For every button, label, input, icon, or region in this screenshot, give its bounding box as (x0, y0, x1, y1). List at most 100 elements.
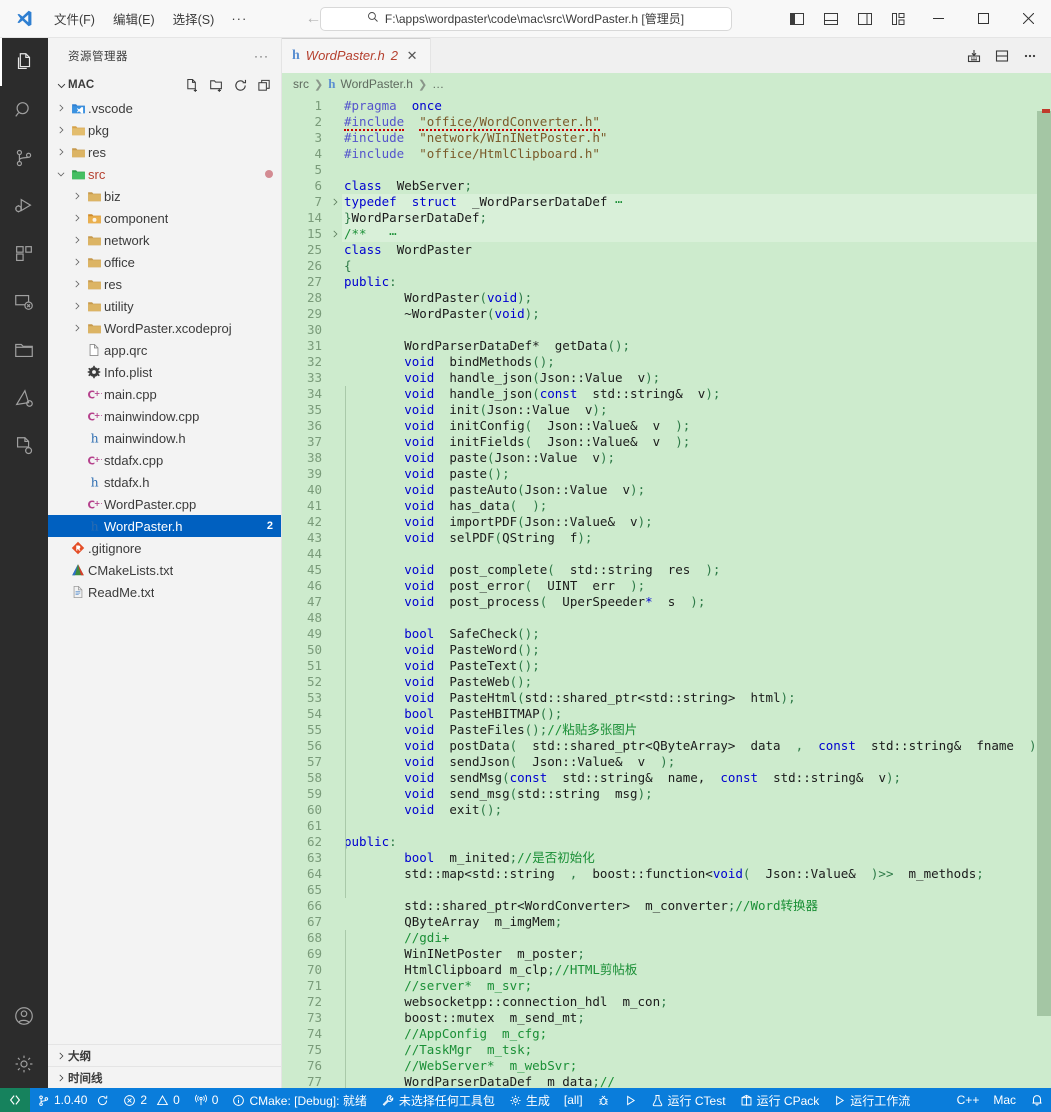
code-line[interactable] (342, 610, 1037, 626)
code-line[interactable]: bool PasteHBITMAP(); (342, 706, 1037, 722)
activity-remote-explorer[interactable] (0, 278, 48, 326)
menu-overflow-button[interactable]: ··· (224, 8, 254, 29)
remote-indicator[interactable] (0, 1088, 30, 1112)
code-line[interactable]: void PasteFiles();//粘贴多张图片 (342, 722, 1037, 738)
activity-accounts[interactable] (0, 992, 48, 1040)
fold-collapsed-icon[interactable] (328, 194, 342, 210)
code-line[interactable]: void exit(); (342, 802, 1037, 818)
activity-source-control[interactable] (0, 134, 48, 182)
code-line[interactable]: void postData( std::shared_ptr<QByteArra… (342, 738, 1037, 754)
activity-run-and-debug[interactable] (0, 182, 48, 230)
code-line[interactable]: void post_complete( std::string res ); (342, 562, 1037, 578)
status-debug-target[interactable] (590, 1088, 617, 1112)
tree-item-wordpaster-xcodeproj[interactable]: WordPaster.xcodeproj (48, 317, 281, 339)
tree-item-res[interactable]: res (48, 141, 281, 163)
tree-item-mainwindow-cpp[interactable]: C++mainwindow.cpp (48, 405, 281, 427)
status-run-ctest[interactable]: 运行 CTest (644, 1088, 733, 1112)
code-line[interactable]: void post_process( UperSpeeder* s ); (342, 594, 1037, 610)
status-source-control[interactable]: 1.0.40 (30, 1088, 116, 1112)
new-folder-icon[interactable] (205, 74, 227, 96)
code-line[interactable]: class WordPaster (342, 242, 1037, 258)
toggle-primary-sidebar-icon[interactable] (780, 1, 814, 37)
window-minimize-button[interactable] (916, 0, 961, 38)
code-line[interactable]: ~WordPaster(void); (342, 306, 1037, 322)
code-line[interactable]: void PasteWord(); (342, 642, 1037, 658)
breadcrumb-item-symbol[interactable]: … (432, 77, 444, 91)
code-line[interactable]: #include "network/WInINetPoster.h" (342, 130, 1037, 146)
run-cmake-target-icon[interactable] (961, 43, 987, 69)
tree-item-res[interactable]: res (48, 273, 281, 295)
tree-item-network[interactable]: network (48, 229, 281, 251)
code-line[interactable]: /** ⋯ (342, 226, 1037, 242)
status-platform[interactable]: Mac (986, 1088, 1023, 1112)
chevron-right-icon[interactable] (54, 125, 68, 135)
chevron-down-icon[interactable] (54, 169, 68, 179)
editor-tab-wordpaster-h[interactable]: h WordPaster.h 2 ✕ (282, 38, 431, 73)
code-line[interactable] (342, 818, 1037, 834)
activity-extensions[interactable] (0, 230, 48, 278)
chevron-right-icon[interactable] (70, 279, 84, 289)
tree-item-info-plist[interactable]: Info.plist (48, 361, 281, 383)
window-close-button[interactable] (1006, 0, 1051, 38)
tree-item-readme-txt[interactable]: ReadMe.txt (48, 581, 281, 603)
activity-cmake-tools[interactable] (0, 374, 48, 422)
chevron-right-icon[interactable] (70, 213, 84, 223)
activity-cmake-project-folder[interactable] (0, 326, 48, 374)
code-line[interactable]: { (342, 258, 1037, 274)
chevron-right-icon[interactable] (70, 191, 84, 201)
chevron-right-icon[interactable] (70, 257, 84, 267)
status-ports[interactable]: 0 (187, 1088, 226, 1112)
code-line[interactable]: class WebServer; (342, 178, 1037, 194)
code-line[interactable]: void paste(Json::Value v); (342, 450, 1037, 466)
tree-item-utility[interactable]: utility (48, 295, 281, 317)
code-line[interactable]: void paste(); (342, 466, 1037, 482)
split-editor-icon[interactable] (989, 43, 1015, 69)
code-line[interactable]: void PasteText(); (342, 658, 1037, 674)
activity-manage-settings[interactable] (0, 1040, 48, 1088)
code-line[interactable]: public: (342, 834, 1037, 850)
code-line[interactable]: void importPDF(Json::Value& v); (342, 514, 1037, 530)
collapse-all-icon[interactable] (253, 74, 275, 96)
chevron-right-icon[interactable] (70, 235, 84, 245)
code-line[interactable] (342, 546, 1037, 562)
close-icon[interactable]: ✕ (404, 48, 420, 64)
code-line[interactable]: bool m_inited;//是否初始化 (342, 850, 1037, 866)
tree-item-wordpaster-cpp[interactable]: C++WordPaster.cpp (48, 493, 281, 515)
status-language-mode[interactable]: C++ (950, 1088, 987, 1112)
status-cmake-build-type[interactable]: CMake: [Debug]: 就绪 (225, 1088, 373, 1112)
activity-cpp-config[interactable] (0, 422, 48, 470)
activity-explorer[interactable] (0, 38, 48, 86)
tree-item-cmakelists-txt[interactable]: CMakeLists.txt (48, 559, 281, 581)
status-run-cpack[interactable]: 运行 CPack (733, 1088, 827, 1112)
chevron-right-icon[interactable] (70, 323, 84, 333)
code-line[interactable]: WordParserDataDef m_data;// (342, 1074, 1037, 1088)
tree-item-biz[interactable]: biz (48, 185, 281, 207)
timeline-pane-header[interactable]: 时间线 (48, 1066, 281, 1088)
code-line[interactable]: #pragma once (342, 98, 1037, 114)
code-line[interactable]: void initFields( Json::Value& v ); (342, 434, 1037, 450)
code-line[interactable] (342, 322, 1037, 338)
window-maximize-button[interactable] (961, 0, 1006, 38)
code-line[interactable]: //TaskMgr m_tsk; (342, 1042, 1037, 1058)
menu-file[interactable]: 文件(F) (46, 6, 103, 31)
code-line[interactable]: bool SafeCheck(); (342, 626, 1037, 642)
status-build-target[interactable]: [all] (557, 1088, 590, 1112)
editor-scrollbar-thumb[interactable] (1037, 111, 1051, 1016)
folding-gutter[interactable] (328, 95, 342, 1088)
code-line[interactable] (342, 882, 1037, 898)
fold-collapsed-icon[interactable] (328, 226, 342, 242)
breadcrumb-item-file[interactable]: WordPaster.h (340, 77, 412, 91)
refresh-icon[interactable] (229, 74, 251, 96)
code-line[interactable]: void selPDF(QString f); (342, 530, 1037, 546)
code-lines[interactable]: #pragma once#include "office/WordConvert… (342, 95, 1037, 1088)
code-line[interactable]: void bindMethods(); (342, 354, 1037, 370)
explorer-section-header[interactable]: MAC (48, 73, 281, 97)
tree-item-gitignore[interactable]: .gitignore (48, 537, 281, 559)
code-line[interactable]: void handle_json(const std::string& v); (342, 386, 1037, 402)
breadcrumb-item-folder[interactable]: src (293, 77, 309, 91)
tree-item-component[interactable]: component (48, 207, 281, 229)
code-line[interactable]: std::shared_ptr<WordConverter> m_convert… (342, 898, 1037, 914)
tree-item-src[interactable]: src (48, 163, 281, 185)
tree-item-pkg[interactable]: pkg (48, 119, 281, 141)
status-cmake-build[interactable]: 生成 (502, 1088, 557, 1112)
